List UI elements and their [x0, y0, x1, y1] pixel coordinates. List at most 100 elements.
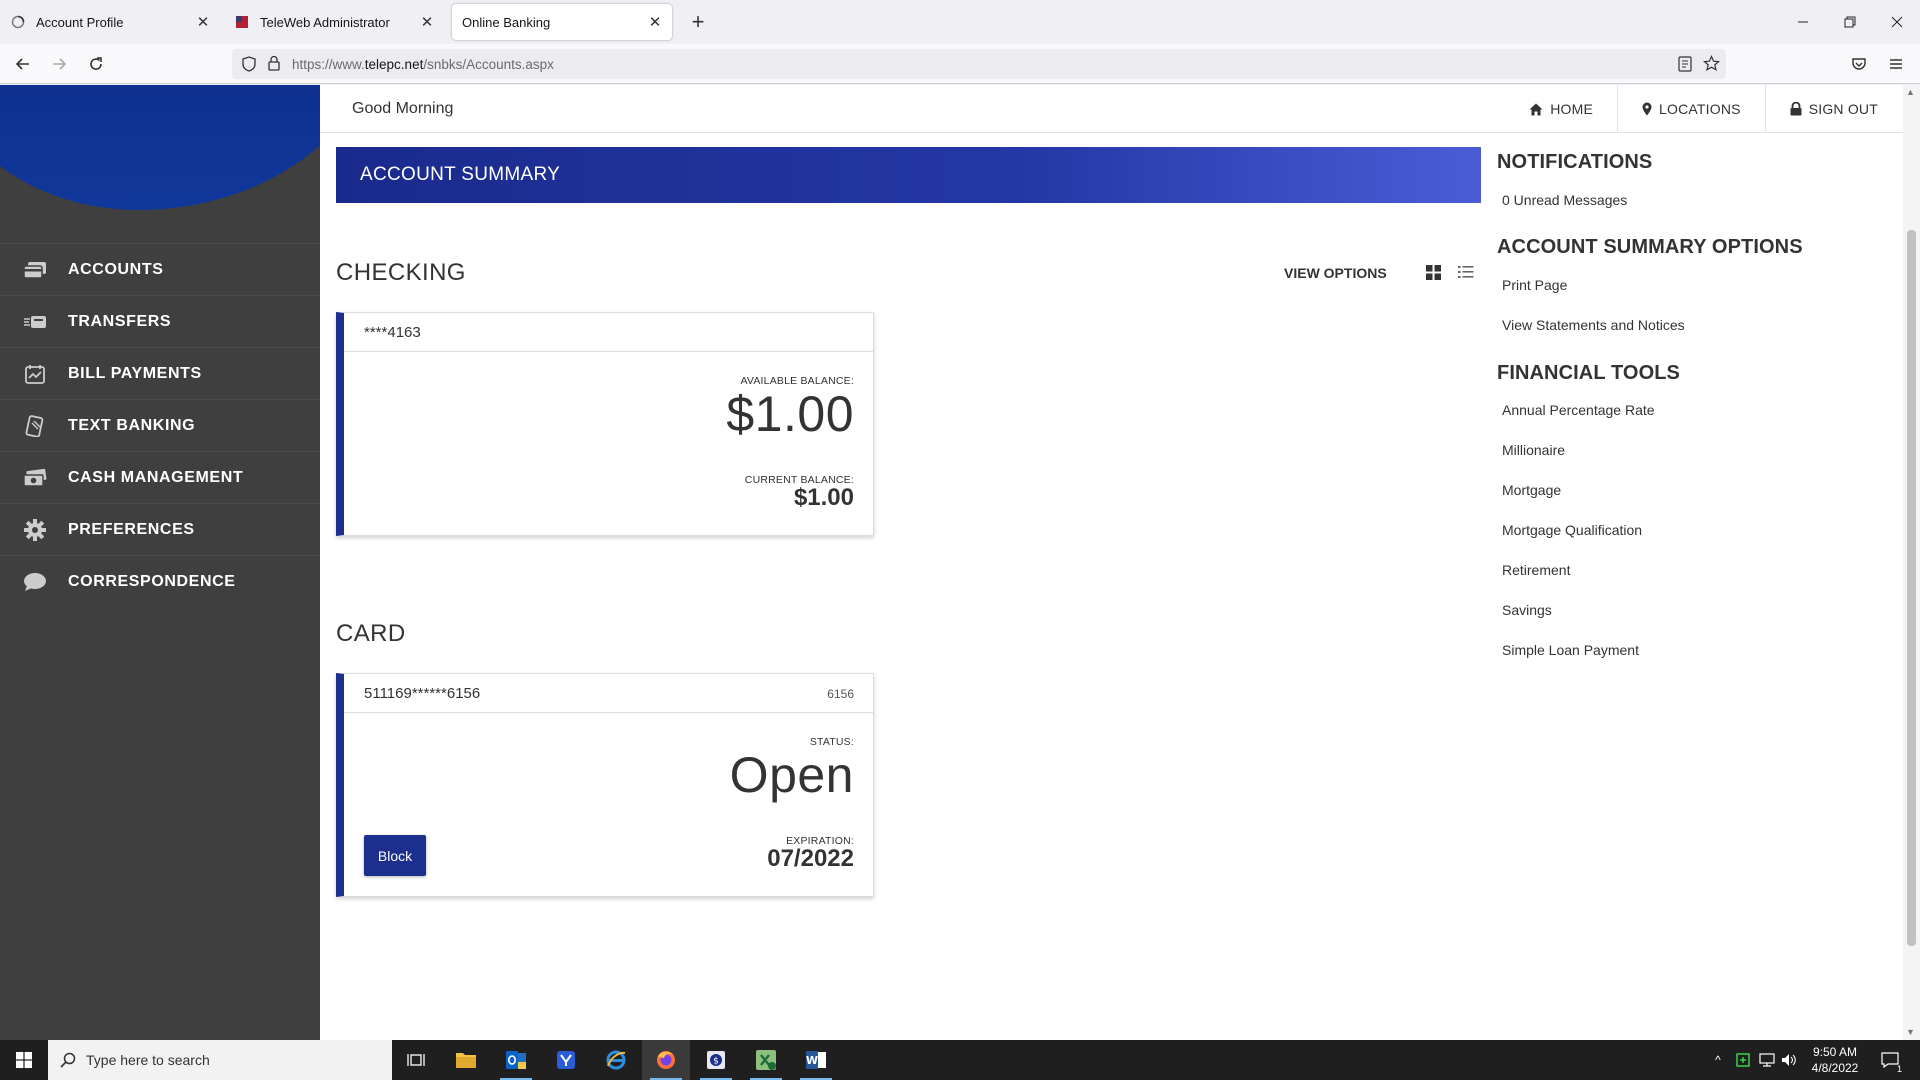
- tool-savings-link[interactable]: Savings: [1502, 602, 1552, 618]
- tool-simple-loan-payment-link[interactable]: Simple Loan Payment: [1502, 642, 1639, 658]
- tray-chevron-up-icon[interactable]: ^: [1708, 1040, 1728, 1080]
- sidebar-item-bill-payments[interactable]: BILL PAYMENTS: [0, 347, 320, 399]
- sidebar-item-cash-management[interactable]: CASH MANAGEMENT: [0, 451, 320, 503]
- lock-icon[interactable]: [268, 55, 280, 76]
- tab-account-profile[interactable]: Account Profile ✕: [0, 4, 220, 40]
- firefox-icon[interactable]: [642, 1040, 690, 1080]
- online-banking-page: ACCOUNTS TRANSFERS BILL PAYMENTS TEXT BA…: [0, 85, 1920, 1040]
- windows-taskbar: Type here to search $ W ^ 9:50 AM 4/8/20…: [0, 1040, 1920, 1080]
- financial-tools-heading: FINANCIAL TOOLS: [1497, 362, 1680, 384]
- restore-button[interactable]: [1827, 0, 1873, 44]
- sidebar-item-label: ACCOUNTS: [68, 260, 164, 278]
- svg-text:$: $: [713, 1057, 719, 1067]
- notifications-heading: NOTIFICATIONS: [1497, 151, 1653, 173]
- tab-online-banking[interactable]: Online Banking ✕: [452, 4, 672, 40]
- file-explorer-icon[interactable]: [442, 1040, 490, 1080]
- debit-card-card[interactable]: 511169******6156 6156 STATUS: Open EXPIR…: [336, 673, 874, 897]
- list-view-icon[interactable]: [1457, 263, 1475, 281]
- url-domain: telepc.net: [364, 56, 424, 72]
- teleweb-favicon-icon: [234, 14, 250, 30]
- bookmark-star-icon[interactable]: [1702, 55, 1721, 77]
- nav-label: HOME: [1550, 101, 1594, 117]
- scroll-thumb[interactable]: [1907, 230, 1916, 946]
- page-scrollbar[interactable]: ▲ ▼: [1903, 85, 1920, 1040]
- tool-mortgage-link[interactable]: Mortgage: [1502, 482, 1561, 498]
- sidebar-item-accounts[interactable]: ACCOUNTS: [0, 243, 320, 295]
- network-icon[interactable]: [1756, 1040, 1778, 1080]
- sidebar-item-transfers[interactable]: TRANSFERS: [0, 295, 320, 347]
- url-text: https://www.telepc.net/snbks/Accounts.as…: [292, 57, 554, 72]
- bill-payments-icon: [22, 362, 48, 386]
- card-header: ****4163: [344, 313, 873, 352]
- scroll-up-arrow-icon[interactable]: ▲: [1906, 87, 1915, 97]
- close-window-button[interactable]: [1874, 0, 1920, 44]
- close-tab-icon[interactable]: ✕: [194, 13, 212, 31]
- menu-hamburger-icon[interactable]: [1882, 50, 1910, 78]
- tool-mortgage-qualification-link[interactable]: Mortgage Qualification: [1502, 522, 1642, 538]
- account-summary-banner: ACCOUNT SUMMARY: [336, 147, 1481, 203]
- forward-arrow-icon[interactable]: [45, 50, 73, 78]
- top-header: Good Morning HOME LOCATIONS SIGN OUT: [320, 85, 1920, 133]
- home-icon: [1529, 103, 1543, 116]
- scroll-down-arrow-icon[interactable]: ▼: [1906, 1027, 1915, 1037]
- cloud-app-icon[interactable]: [542, 1040, 590, 1080]
- unread-messages-link[interactable]: 0 Unread Messages: [1502, 192, 1627, 208]
- nav-sign-out-link[interactable]: SIGN OUT: [1764, 85, 1902, 133]
- excel-icon[interactable]: [742, 1040, 790, 1080]
- view-statements-link[interactable]: View Statements and Notices: [1502, 317, 1685, 333]
- checking-account-card[interactable]: ****4163 AVAILABLE BALANCE: $1.00 CURREN…: [336, 312, 874, 536]
- gear-icon: [22, 518, 48, 542]
- reader-view-icon[interactable]: [1678, 56, 1692, 77]
- card-number[interactable]: 511169******6156: [364, 685, 480, 702]
- browser-nav-bar: https://www.telepc.net/snbks/Accounts.as…: [0, 44, 1920, 84]
- grid-view-icon[interactable]: [1424, 263, 1442, 281]
- windows-start-button[interactable]: [0, 1040, 48, 1080]
- nav-locations-link[interactable]: LOCATIONS: [1617, 85, 1765, 133]
- close-tab-icon[interactable]: ✕: [418, 13, 436, 31]
- map-pin-icon: [1642, 102, 1652, 116]
- sidebar-item-preferences[interactable]: PREFERENCES: [0, 503, 320, 555]
- account-number[interactable]: ****4163: [364, 324, 421, 341]
- nav-label: LOCATIONS: [1659, 101, 1741, 117]
- close-tab-icon[interactable]: ✕: [646, 13, 664, 31]
- teleweb-app-icon[interactable]: $: [692, 1040, 740, 1080]
- view-options-label: VIEW OPTIONS: [1284, 265, 1387, 281]
- chat-bubble-icon: [22, 570, 48, 594]
- back-arrow-icon[interactable]: [9, 50, 37, 78]
- cash-icon: [22, 466, 48, 490]
- reload-icon[interactable]: [82, 50, 110, 78]
- task-view-icon[interactable]: [392, 1040, 440, 1080]
- tab-title: TeleWeb Administrator: [260, 14, 390, 30]
- outlook-icon[interactable]: [492, 1040, 540, 1080]
- taskbar-search-box[interactable]: Type here to search: [48, 1040, 392, 1080]
- block-card-button[interactable]: Block: [364, 835, 426, 876]
- text-banking-icon: [22, 414, 48, 438]
- nav-home-link[interactable]: HOME: [1505, 85, 1617, 133]
- tool-millionaire-link[interactable]: Millionaire: [1502, 442, 1565, 458]
- sidebar-item-label: PREFERENCES: [68, 520, 195, 538]
- internet-explorer-icon[interactable]: [592, 1040, 640, 1080]
- new-tab-button[interactable]: +: [684, 8, 712, 36]
- shield-icon[interactable]: [242, 56, 256, 77]
- minimize-button[interactable]: [1780, 0, 1826, 44]
- taskbar-clock[interactable]: 9:50 AM 4/8/2022: [1800, 1044, 1870, 1076]
- loading-icon: [10, 14, 26, 30]
- volume-icon[interactable]: [1778, 1040, 1800, 1080]
- address-bar[interactable]: https://www.telepc.net/snbks/Accounts.as…: [232, 49, 1726, 79]
- tool-retirement-link[interactable]: Retirement: [1502, 562, 1570, 578]
- sidebar-item-text-banking[interactable]: TEXT BANKING: [0, 399, 320, 451]
- tray-app-green-icon[interactable]: [1732, 1040, 1754, 1080]
- sidebar-item-label: TEXT BANKING: [68, 416, 196, 434]
- lock-icon: [1790, 102, 1802, 116]
- sidebar-brand-header: [0, 85, 320, 215]
- sidebar-menu: ACCOUNTS TRANSFERS BILL PAYMENTS TEXT BA…: [0, 243, 320, 607]
- tab-teleweb-administrator[interactable]: TeleWeb Administrator ✕: [224, 4, 444, 40]
- search-placeholder: Type here to search: [86, 1052, 210, 1068]
- expiration-value: 07/2022: [767, 845, 854, 872]
- action-center-icon[interactable]: 1: [1872, 1040, 1908, 1080]
- pocket-icon[interactable]: [1845, 50, 1873, 78]
- print-page-link[interactable]: Print Page: [1502, 277, 1567, 293]
- word-icon[interactable]: W: [792, 1040, 840, 1080]
- sidebar-item-correspondence[interactable]: CORRESPONDENCE: [0, 555, 320, 607]
- tool-apr-link[interactable]: Annual Percentage Rate: [1502, 402, 1655, 418]
